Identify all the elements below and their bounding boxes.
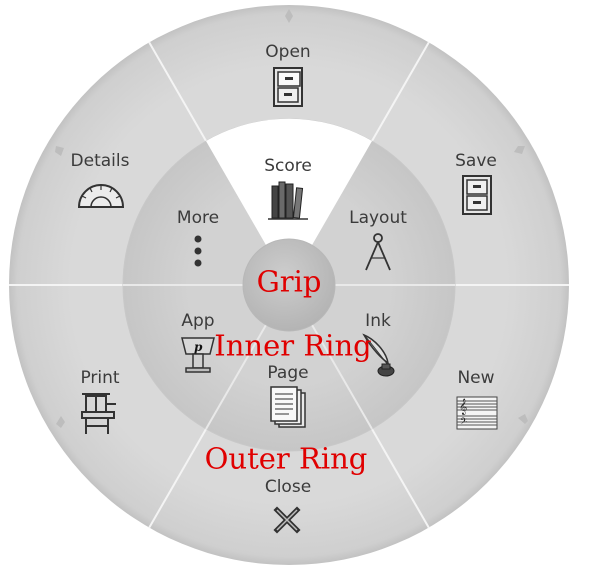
compass-icon <box>362 232 394 272</box>
print-label: Print <box>80 368 120 388</box>
grip-annotation: Grip <box>256 264 322 299</box>
file-cabinet-icon <box>459 174 495 216</box>
music-staff-icon: 𝄞 𝄢 <box>455 395 499 431</box>
lectern-icon: p <box>180 334 216 374</box>
save-label: Save <box>455 151 497 171</box>
details-label: Details <box>70 151 130 171</box>
pages-icon <box>269 385 309 429</box>
page-label: Page <box>267 363 309 383</box>
open-label: Open <box>265 42 311 62</box>
protractor-icon <box>77 183 125 209</box>
svg-text:𝄢: 𝄢 <box>460 416 467 429</box>
new-label: New <box>457 368 495 388</box>
more-label: More <box>176 208 220 228</box>
app-icon-letter: p <box>194 340 203 354</box>
books-icon <box>268 178 308 220</box>
close-label: Close <box>264 477 312 497</box>
app-label: App <box>181 311 215 331</box>
vertical-dots-icon <box>193 234 203 268</box>
outer-ring-annotation: Outer Ring <box>204 441 368 476</box>
printing-press-icon <box>80 392 118 436</box>
inner-ring-annotation: Inner Ring <box>214 328 372 363</box>
svg-text:𝄞: 𝄞 <box>459 399 467 415</box>
close-x-icon <box>273 506 301 534</box>
score-label: Score <box>264 156 312 176</box>
layout-label: Layout <box>349 208 407 228</box>
file-cabinet-icon <box>270 66 306 108</box>
